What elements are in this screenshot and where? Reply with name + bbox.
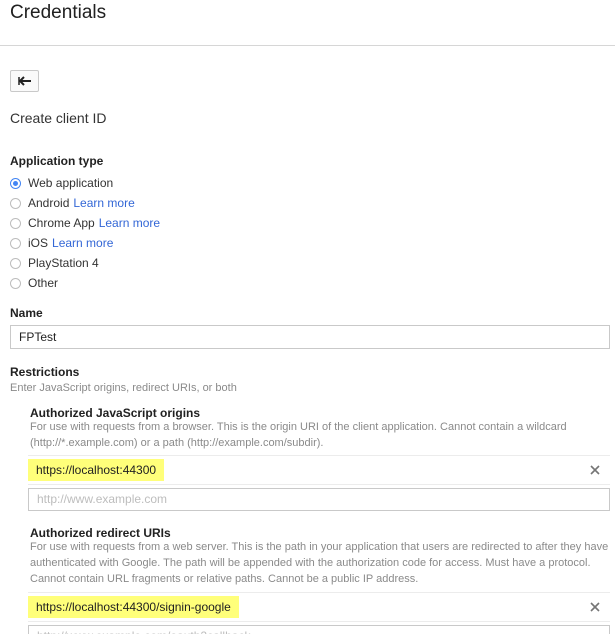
- radio-button[interactable]: [10, 277, 21, 289]
- js-origin-new-input[interactable]: http://www.example.com: [28, 488, 610, 511]
- radio-button[interactable]: [10, 217, 21, 229]
- redirect-uris-help-line-2: authenticated with Google. The path will…: [30, 557, 591, 569]
- radio-button-checked[interactable]: [10, 177, 21, 189]
- redirect-uri-entry: https://localhost:44300/signin-google: [28, 592, 610, 622]
- redirect-uris-help-line-1: For use with requests from a web server.…: [30, 541, 609, 553]
- page-title: Credentials: [10, 2, 107, 23]
- back-arrow-icon: [17, 76, 31, 86]
- js-origins-help-line-1: For use with requests from a browser. Th…: [30, 421, 567, 433]
- redirect-uris-help-line-3: Cannot contain URL fragments or relative…: [30, 573, 419, 585]
- radio-other[interactable]: Other: [10, 275, 58, 291]
- redirect-uri-new-input[interactable]: http://www.example.com/oauth2callback: [28, 625, 610, 634]
- back-button[interactable]: [10, 70, 39, 92]
- header-bar: Credentials: [0, 0, 615, 46]
- name-label: Name: [10, 306, 43, 320]
- redirect-uris-label: Authorized redirect URIs: [30, 526, 171, 540]
- js-origin-value[interactable]: https://localhost:44300: [28, 459, 165, 481]
- learn-more-link[interactable]: Learn more: [73, 196, 134, 210]
- close-icon[interactable]: [588, 463, 602, 477]
- application-type-label: Application type: [10, 154, 104, 168]
- learn-more-link[interactable]: Learn more: [99, 216, 160, 230]
- credentials-page: Credentials Create client ID Application…: [0, 0, 615, 634]
- name-input[interactable]: FPTest: [10, 325, 610, 349]
- restrictions-hint: Enter JavaScript origins, redirect URIs,…: [10, 382, 237, 394]
- radio-label: Web application: [28, 176, 114, 190]
- restrictions-label: Restrictions: [10, 365, 80, 379]
- radio-label: iOS: [28, 236, 49, 250]
- radio-label: PlayStation 4: [28, 256, 99, 270]
- radio-playstation-4[interactable]: PlayStation 4: [10, 255, 99, 271]
- radio-button[interactable]: [10, 257, 21, 269]
- js-origins-label: Authorized JavaScript origins: [30, 406, 201, 420]
- radio-chrome-app[interactable]: Chrome App Learn more: [10, 215, 160, 231]
- close-icon[interactable]: [588, 600, 602, 614]
- js-origin-entry: https://localhost:44300: [28, 455, 610, 485]
- radio-android[interactable]: Android Learn more: [10, 195, 135, 211]
- create-client-id-heading: Create client ID: [10, 110, 107, 126]
- radio-button[interactable]: [10, 197, 21, 209]
- radio-ios[interactable]: iOS Learn more: [10, 235, 113, 251]
- redirect-uri-value[interactable]: https://localhost:44300/signin-google: [28, 596, 239, 618]
- js-origins-help-line-2: (http://*.example.com) or a path (http:/…: [30, 437, 324, 449]
- learn-more-link[interactable]: Learn more: [52, 236, 113, 250]
- radio-label: Android: [28, 196, 70, 210]
- radio-label: Other: [28, 276, 59, 290]
- radio-web-application[interactable]: Web application: [10, 175, 113, 191]
- radio-button[interactable]: [10, 237, 21, 249]
- radio-label: Chrome App: [28, 216, 95, 230]
